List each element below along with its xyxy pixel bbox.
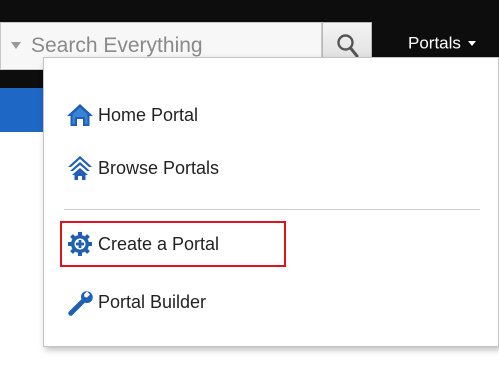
portals-dropdown-menu: Home Portal Browse Portals Create a Port… (43, 57, 499, 347)
search-icon (337, 34, 359, 58)
menu-item-home-portal[interactable]: Home Portal (66, 98, 198, 132)
portals-menu-button[interactable]: Portals (408, 33, 476, 59)
menu-item-label: Portal Builder (98, 291, 207, 312)
highlight-box (60, 221, 286, 267)
search-scope-caret-icon[interactable] (11, 42, 21, 49)
portals-menu-label: Portals (408, 33, 461, 53)
menu-item-label: Home Portal (98, 104, 199, 125)
chevron-down-icon (467, 41, 476, 47)
menu-item-label: Browse Portals (98, 157, 220, 178)
browse-portals-icon (66, 154, 94, 182)
menu-divider (64, 209, 480, 210)
wrench-icon (66, 288, 94, 316)
menu-item-portal-builder[interactable]: Portal Builder (66, 285, 206, 319)
home-icon (66, 101, 94, 129)
menu-item-browse-portals[interactable]: Browse Portals (66, 151, 219, 185)
